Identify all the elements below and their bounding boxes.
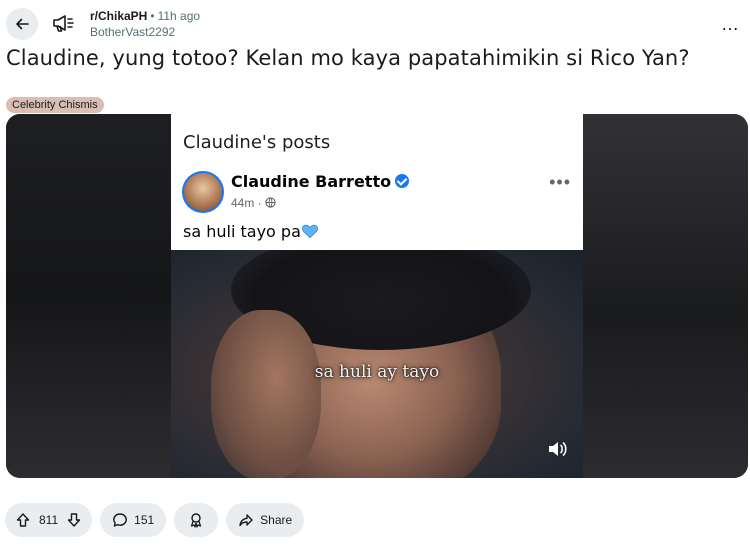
fb-time-text: 44m · — [231, 196, 266, 210]
comment-icon — [113, 513, 128, 527]
vote-control: 811 — [5, 503, 93, 537]
video-frame: sa huli ay tayo — [171, 250, 583, 478]
post-actions: 811 151 Share — [5, 503, 305, 537]
share-label: Share — [260, 513, 293, 527]
post-meta: r/ChikaPH • 11h ago BotherVast2292 — [90, 8, 200, 40]
fb-profile-name: Claudine Barretto — [231, 172, 410, 191]
fb-post-text: sa huli tayo pa — [183, 222, 319, 241]
fb-more-icon: ••• — [549, 172, 571, 192]
more-options-button[interactable]: … — [718, 12, 742, 36]
fb-name-text: Claudine Barretto — [231, 172, 392, 191]
blue-heart-icon — [301, 224, 318, 239]
post-flair[interactable]: Celebrity Chismis — [6, 97, 104, 113]
share-button[interactable]: Share — [226, 503, 305, 537]
video-caption: sa huli ay tayo — [314, 362, 440, 382]
ellipsis-icon: … — [721, 14, 739, 34]
video-hand-shape — [211, 310, 321, 478]
arrow-left-icon — [16, 18, 29, 30]
megaphone-icon — [53, 15, 74, 32]
post-header: r/ChikaPH • 11h ago BotherVast2292 … — [0, 0, 750, 44]
meta-separator: • — [150, 9, 155, 23]
fb-post-time: 44m · — [231, 196, 276, 210]
media-blur-right — [582, 114, 748, 478]
fb-post-text-content: sa huli tayo pa — [183, 222, 301, 241]
subreddit-name[interactable]: r/ChikaPH — [90, 9, 147, 23]
comments-button[interactable]: 151 — [100, 503, 167, 537]
post-title[interactable]: Claudine, yung totoo? Kelan mo kaya papa… — [6, 46, 690, 70]
globe-icon — [265, 197, 276, 208]
downvote-button[interactable] — [62, 508, 86, 532]
back-button[interactable] — [6, 8, 38, 40]
media-blur-left — [6, 114, 172, 478]
fb-profile-avatar — [182, 171, 224, 213]
upvote-button[interactable] — [11, 508, 35, 532]
upvote-icon — [16, 513, 30, 527]
post-time: 11h ago — [157, 9, 201, 23]
award-button[interactable] — [174, 503, 219, 537]
subreddit-avatar[interactable] — [46, 6, 80, 40]
post-media[interactable]: Claudine's posts Claudine Barretto 44m ·… — [6, 114, 748, 478]
downvote-icon — [67, 513, 81, 527]
comment-count: 151 — [134, 513, 155, 527]
volume-icon[interactable] — [546, 438, 568, 460]
share-icon — [239, 514, 253, 527]
fb-posts-header: Claudine's posts — [183, 132, 331, 153]
post-author[interactable]: BotherVast2292 — [90, 24, 200, 40]
verified-badge-icon — [395, 174, 410, 188]
award-icon — [191, 513, 202, 528]
vote-count: 811 — [39, 513, 59, 527]
facebook-post-card: Claudine's posts Claudine Barretto 44m ·… — [171, 114, 583, 250]
